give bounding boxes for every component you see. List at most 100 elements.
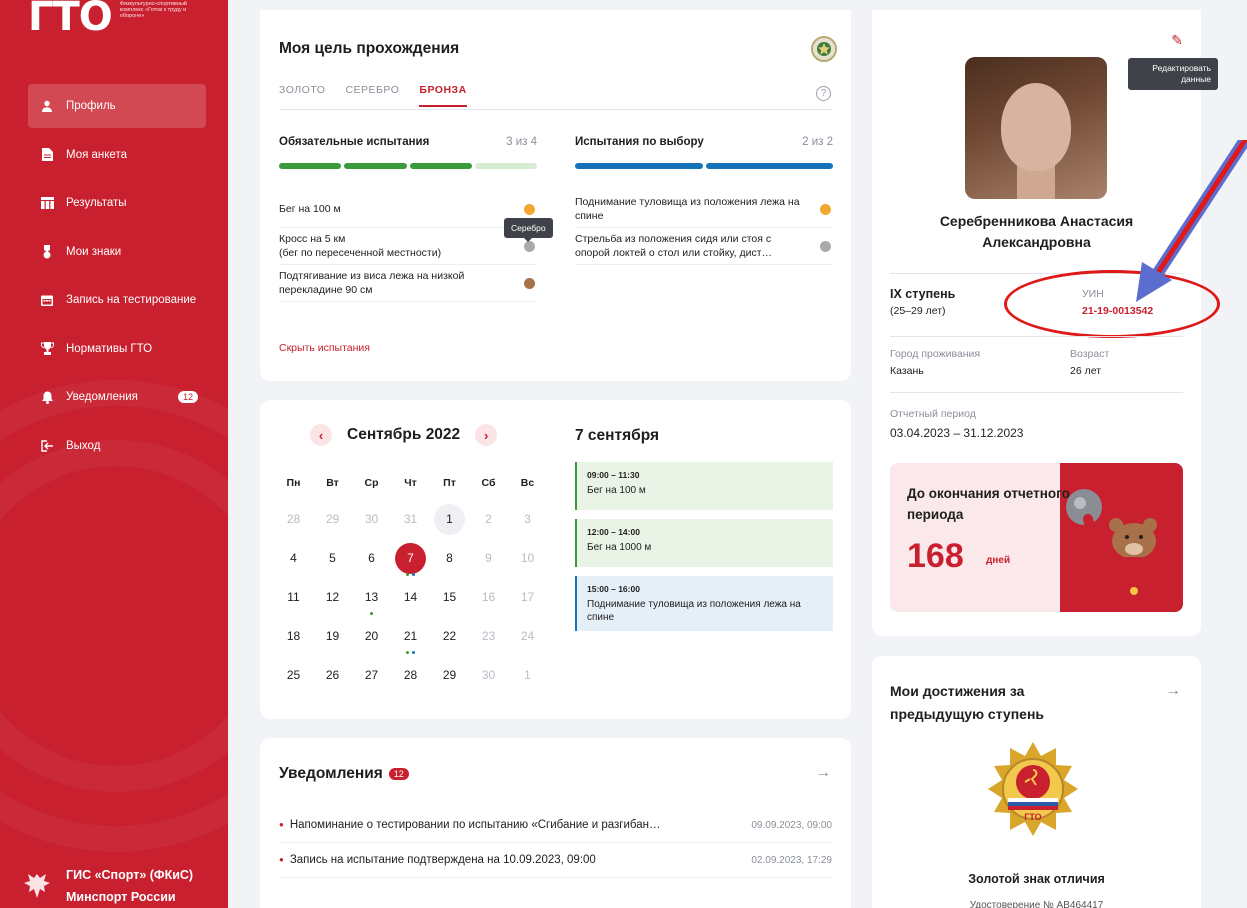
calendar-day[interactable]: 10 (508, 539, 547, 578)
calendar-day[interactable]: 16 (469, 578, 508, 617)
notification-row[interactable]: Напоминание о тестировании по испытанию … (279, 808, 832, 843)
calendar-day[interactable]: 23 (469, 617, 508, 656)
level-age: (25–29 лет) (890, 305, 946, 317)
arrow-right-icon[interactable]: → (1165, 682, 1181, 700)
calendar-day[interactable]: 15 (430, 578, 469, 617)
tabs-divider (279, 109, 832, 110)
calendar-day[interactable]: 6 (352, 539, 391, 578)
gold-medal-indicator[interactable] (524, 203, 535, 215)
progress-segment (409, 163, 472, 169)
calendar-day[interactable]: 17 (508, 578, 547, 617)
notification-row[interactable]: Запись на испытание подтверждена на 10.0… (279, 843, 832, 878)
silver-medal-indicator[interactable] (524, 240, 535, 252)
city-label: Город проживания (890, 348, 981, 360)
schedule-event[interactable]: 12:00 – 14:00 Бег на 1000 м (575, 519, 833, 567)
next-month-button[interactable]: › (475, 424, 498, 446)
event-time: 15:00 – 16:00 (587, 584, 640, 594)
sidebar-item-results[interactable]: Результаты (28, 181, 206, 225)
calendar-day[interactable]: 5 (313, 539, 352, 578)
prev-month-button[interactable]: ‹ (310, 424, 332, 446)
medal-label: ГТО (1024, 812, 1041, 822)
sidebar-item-logout[interactable]: Выход (28, 424, 206, 468)
trophy-icon (40, 342, 54, 356)
calendar-day[interactable]: 27 (352, 656, 391, 695)
event-title: Бег на 1000 м (587, 542, 652, 553)
schedule-event[interactable]: 15:00 – 16:00 Поднимание туловища из поло… (575, 576, 833, 631)
calendar-day[interactable]: 11 (274, 578, 313, 617)
silver-tooltip: Серебро (504, 218, 553, 242)
mandatory-list: Бег на 100 м Кросс на 5 км (бег по пересе… (279, 191, 537, 302)
calendar-day[interactable]: 21 (391, 617, 430, 656)
calendar-day[interactable]: 13 (352, 578, 391, 617)
silver-medal-indicator[interactable] (820, 240, 831, 252)
calendar-day[interactable]: 14 (391, 578, 430, 617)
calendar-day[interactable]: 28 (391, 656, 430, 695)
calendar-day[interactable]: 8 (430, 539, 469, 578)
progress-segment (474, 163, 537, 169)
gto-logo[interactable]: ГТО Физкультурно-спортивный комплекс «Го… (28, 0, 210, 40)
age-field: Возраст 26 лет (1070, 346, 1109, 380)
calendar-day[interactable]: 3 (508, 500, 547, 539)
goal-title: Моя цель прохождения (279, 40, 460, 57)
help-icon[interactable]: ? (816, 86, 831, 101)
gold-medal-indicator[interactable] (820, 203, 831, 215)
calendar-day[interactable]: 4 (274, 539, 313, 578)
level-field: IX ступень (25–29 лет) (890, 286, 955, 320)
calendar-day[interactable]: 29 (313, 500, 352, 539)
achievements-title: Мои достижения за предыдущую ступень (890, 683, 1045, 722)
optional-label: Испытания по выбору (575, 136, 704, 148)
sidebar-item-gto-norms[interactable]: Нормативы ГТО (28, 327, 206, 371)
calendar-day[interactable]: 26 (313, 656, 352, 695)
period-field: Отчетный период 03.04.2023 – 31.12.2023 (890, 406, 1023, 442)
calendar-icon (40, 293, 54, 307)
notifications-title-text: Уведомления (279, 765, 383, 782)
calendar-day[interactable]: 30 (352, 500, 391, 539)
hide-tests-link[interactable]: Скрыть испытания (279, 342, 370, 354)
calendar-day[interactable]: 19 (313, 617, 352, 656)
bronze-medal-indicator[interactable] (524, 277, 535, 289)
document-icon (40, 148, 54, 162)
sidebar-item-badges[interactable]: Мои знаки (28, 230, 206, 274)
weekday-label: Пт (443, 477, 456, 489)
calendar-day[interactable]: 7 (391, 539, 430, 578)
calendar-day[interactable]: 22 (430, 617, 469, 656)
calendar-day[interactable]: 25 (274, 656, 313, 695)
tab-bronze[interactable]: БРОНЗА (419, 84, 467, 107)
sidebar-item-profile[interactable]: Профиль (28, 84, 206, 128)
calendar-day[interactable]: 28 (274, 500, 313, 539)
tab-gold[interactable]: ЗОЛОТО (279, 84, 325, 107)
notification-text: Запись на испытание подтверждена на 10.0… (279, 854, 596, 866)
optional-progress (575, 163, 833, 169)
calendar-day[interactable]: 1 (430, 500, 469, 539)
event-time: 12:00 – 14:00 (587, 527, 640, 537)
sidebar-item-test-booking[interactable]: Запись на тестирование (28, 278, 206, 322)
tab-silver[interactable]: СЕРЕБРО (345, 84, 399, 107)
calendar-day[interactable]: 12 (313, 578, 352, 617)
sidebar-item-questionnaire[interactable]: Моя анкета (28, 133, 206, 177)
test-name: Кросс на 5 км (бег по пересеченной местн… (279, 233, 442, 259)
mandatory-label: Обязательные испытания (279, 136, 430, 148)
calendar-day[interactable]: 1 (508, 656, 547, 695)
profile-name: Серебренникова Анастасия Александровна (939, 213, 1134, 250)
arrow-right-icon[interactable]: → (815, 764, 831, 782)
schedule-event[interactable]: 09:00 – 11:30 Бег на 100 м (575, 462, 833, 510)
calendar-day[interactable]: 31 (391, 500, 430, 539)
calendar-day[interactable]: 29 (430, 656, 469, 695)
highlight-oval (1004, 270, 1220, 338)
calendar-day[interactable]: 2 (469, 500, 508, 539)
sidebar-menu: Профиль Моя анкета Результаты Мои знаки … (28, 84, 206, 472)
calendar-day[interactable]: 20 (352, 617, 391, 656)
weekday-label: Чт (404, 477, 417, 489)
calendar-day[interactable]: 18 (274, 617, 313, 656)
calendar-day[interactable]: 30 (469, 656, 508, 695)
edit-icon[interactable]: ✎ (1171, 32, 1183, 49)
sidebar-item-notifications[interactable]: Уведомления 12 (28, 375, 206, 419)
optional-count: 2 из 2 (802, 136, 833, 148)
profile-photo (965, 57, 1107, 199)
logo-text: Физкультурно-спортивный комплекс «Готов … (119, 1, 187, 19)
calendar-day[interactable]: 24 (508, 617, 547, 656)
weekday-label: Ср (364, 477, 379, 489)
event-title: Поднимание туловища из положения лежа на… (587, 599, 801, 623)
calendar-day[interactable]: 9 (469, 539, 508, 578)
sidebar-item-label: Нормативы ГТО (66, 342, 153, 355)
